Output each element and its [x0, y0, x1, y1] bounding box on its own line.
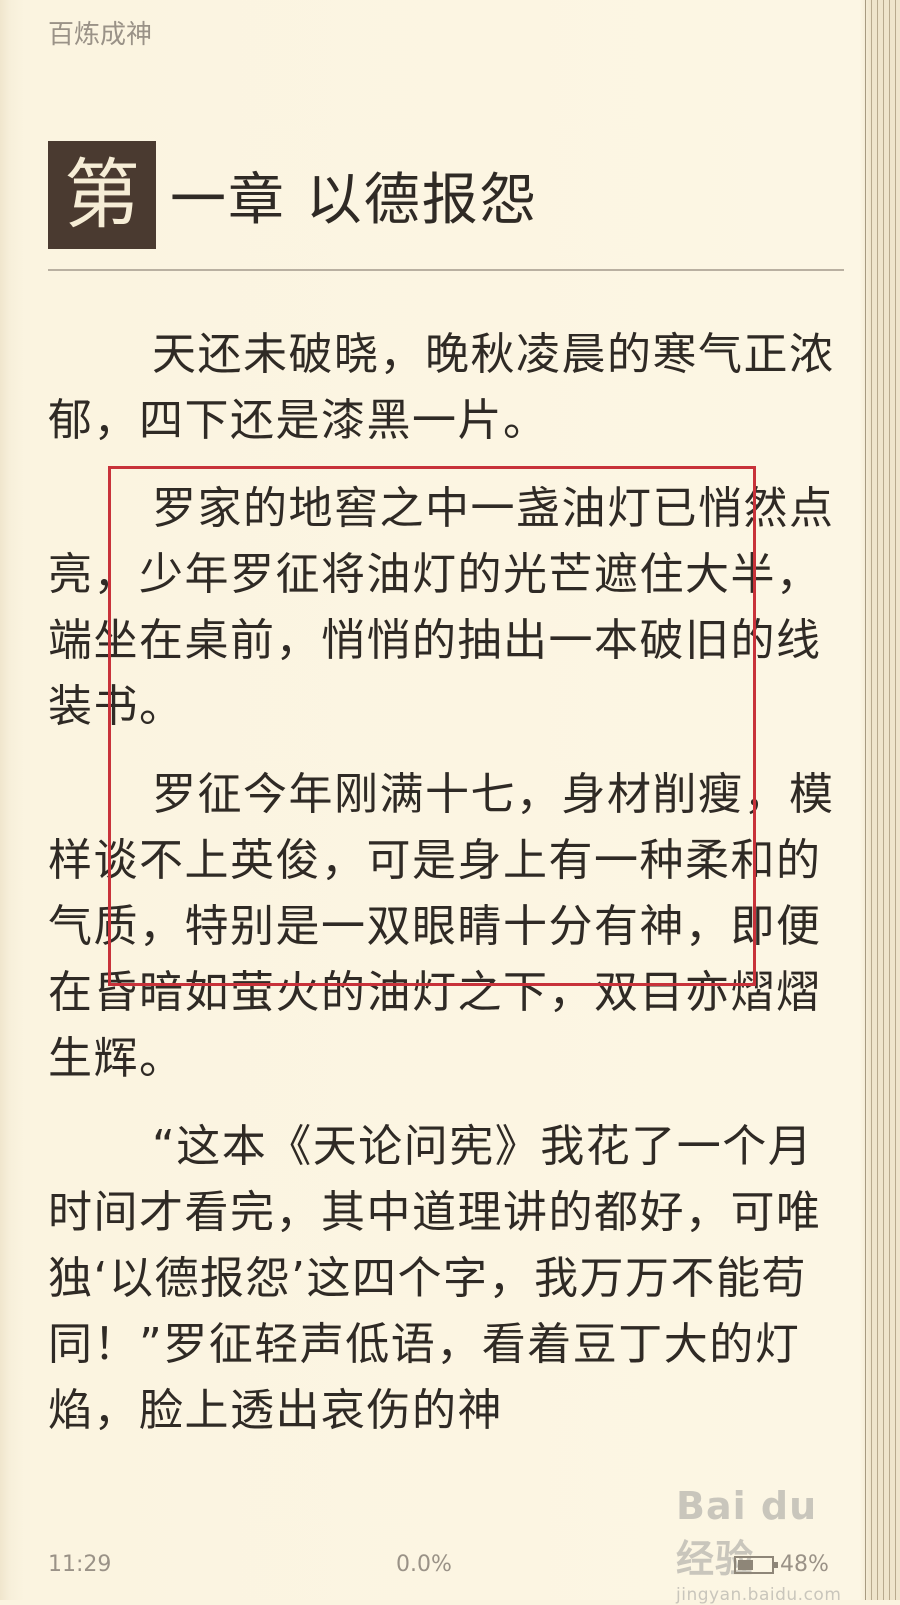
book-title: 百炼成神 [48, 20, 153, 50]
battery-icon [734, 1556, 778, 1574]
page-edge [883, 0, 884, 1600]
page-edge [865, 0, 866, 1600]
paragraph: “这本《天论问宪》我花了一个月时间才看完，其中道理讲的都好，可唯独‘以德报怨’这… [48, 1121, 822, 1436]
chapter-heading: 第 一章 以德报怨 [48, 140, 538, 250]
battery-nub [774, 1562, 778, 1568]
chapter-initial-badge: 第 [48, 141, 156, 249]
page-edge [877, 0, 878, 1600]
page-edge [889, 0, 890, 1600]
paragraph: 天还未破晓，晚秋凌晨的寒气正浓郁，四下还是漆黑一片。 [48, 329, 835, 446]
battery-level: 48% [780, 1552, 829, 1577]
chapter-divider [48, 269, 844, 271]
chapter-title: 一章 以德报怨 [170, 167, 538, 233]
page-edge [871, 0, 872, 1600]
status-footer: 11:29 0.0% 48% [0, 1548, 900, 1588]
annotation-highlight-box [108, 466, 756, 986]
page-edge [895, 0, 896, 1600]
battery-fill [738, 1560, 753, 1570]
clock: 11:29 [48, 1552, 112, 1577]
page-stack-edges [862, 0, 900, 1600]
reading-progress: 0.0% [396, 1552, 452, 1577]
watermark-url: jingyan.baidu.com [676, 1585, 842, 1605]
